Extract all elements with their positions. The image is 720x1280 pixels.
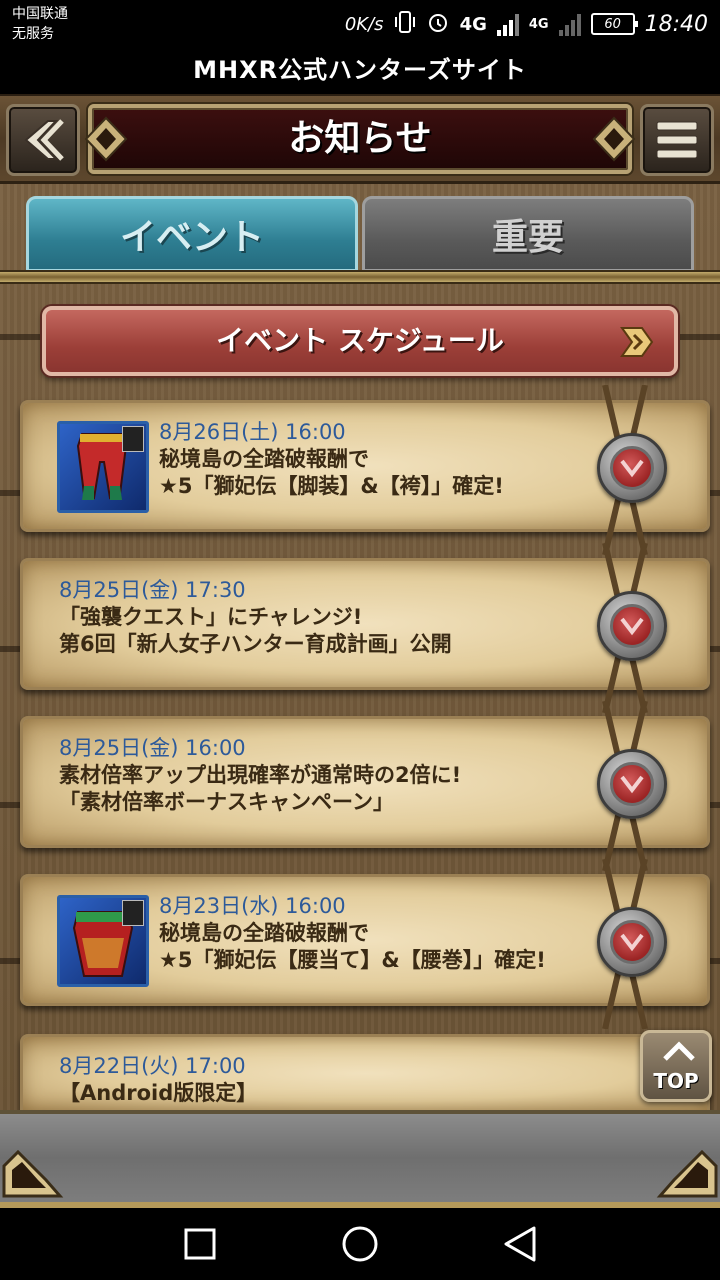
tab-divider [0,270,720,284]
alarm-icon [426,10,450,39]
news-line-1: 「強襲クエスト」にチャレンジ! [59,605,363,629]
news-line-2: 第6回「新人女子ハンター育成計画」公開 [59,632,452,656]
scroll-top-button[interactable]: TOP [640,1030,712,1102]
news-line-1: 秘境島の全踏破報酬で [159,921,369,945]
back-button[interactable] [6,104,80,176]
tab-event[interactable]: イベント [26,196,358,272]
news-line-1: 素材倍率アップ出現確率が通常時の2倍に! [59,763,462,787]
network-speed: 0K/s [344,13,384,35]
chevron-down-icon [610,920,654,964]
ornament-right-icon [592,116,636,162]
carrier-label: 中国联通 无服务 [12,4,68,44]
news-date: 8月26日(土) 16:00 [159,420,346,444]
news-line-1: 【Android版限定】 [59,1081,258,1105]
news-content: 8月22日(火) 17:00 【Android版限定】 [59,1053,577,1107]
news-content: 8月25日(金) 16:00 素材倍率アップ出現確率が通常時の2倍に! 「素材倍… [59,735,577,816]
news-content: 8月26日(土) 16:00 秘境島の全踏破報酬で ★5「獅妃伝【脚装】&【袴】… [159,419,577,500]
news-line-1: 秘境島の全踏破報酬で [159,447,369,471]
vibrate-icon [394,10,416,39]
chevron-up-icon [663,1041,695,1061]
page-title: お知らせ [288,118,432,159]
news-date: 8月23日(水) 16:00 [159,894,346,918]
site-title: MHXR公式ハンターズサイト [0,50,720,94]
battery-icon: 60 [590,13,638,35]
network-type-2: 4G [528,16,549,32]
signal-none-icon [558,12,581,36]
carrier-name: 中国联通 [12,6,68,22]
news-item[interactable]: 8月26日(土) 16:00 秘境島の全踏破報酬で ★5「獅妃伝【脚装】&【袴】… [20,385,710,555]
arrow-right-icon [620,327,654,357]
triangle-back-icon [504,1226,536,1262]
news-line-2: ★5「獅妃伝【脚装】&【袴】」確定! [159,474,504,498]
recent-apps-button[interactable] [176,1222,224,1266]
news-item[interactable]: 8月25日(金) 16:00 素材倍率アップ出現確率が通常時の2倍に! 「素材倍… [20,701,710,871]
news-item[interactable]: 8月22日(火) 17:00 【Android版限定】 [20,1034,710,1110]
chevron-down-icon [610,762,654,806]
expand-button[interactable] [597,907,667,977]
menu-button[interactable] [640,104,714,176]
tab-event-label: イベント [119,217,264,258]
back-arrow-icon [24,119,64,161]
square-icon [184,1228,216,1260]
system-nav-bar [0,1208,720,1280]
tab-bar: イベント 重要 [0,184,720,276]
rank-badge [122,900,144,926]
hamburger-menu-icon [656,121,698,159]
home-button[interactable] [336,1222,384,1266]
ornament-corner-right-icon [656,1149,718,1198]
tab-important-label: 重要 [491,217,564,258]
status-bar: 中国联通 无服务 0K/s 4G 4G 60 18:40 [0,0,720,50]
tab-important[interactable]: 重要 [362,196,694,272]
network-type-1: 4G [459,13,487,35]
chevron-down-icon [610,604,654,648]
clock: 18:40 [644,11,708,37]
battery-level: 60 [604,16,621,32]
title-frame: お知らせ [84,104,636,174]
expand-button[interactable] [597,749,667,819]
header-bar: お知らせ [0,94,720,184]
thumbnail-waist-armor [57,895,149,987]
news-item[interactable]: 8月23日(水) 16:00 秘境島の全踏破報酬で ★5「獅妃伝【腰当て】&【腰… [20,859,710,1029]
news-content: 8月23日(水) 16:00 秘境島の全踏破報酬で ★5「獅妃伝【腰当て】&【腰… [159,893,577,974]
chevron-down-icon [610,446,654,490]
rank-badge [122,426,144,452]
scroll-top-label: TOP [653,1069,699,1093]
news-line-2: 「素材倍率ボーナスキャンペーン」 [59,790,394,814]
event-schedule-button[interactable]: イベント スケジュール [42,306,678,376]
event-schedule-label: イベント スケジュール [216,324,504,357]
news-item[interactable]: 8月25日(金) 17:30 「強襲クエスト」にチャレンジ! 第6回「新人女子ハ… [20,543,710,713]
carrier-service: 无服务 [12,26,54,42]
footer-bar [0,1110,720,1208]
news-date: 8月22日(火) 17:00 [59,1054,246,1078]
news-content: 8月25日(金) 17:30 「強襲クエスト」にチャレンジ! 第6回「新人女子ハ… [59,577,577,658]
circle-icon [342,1226,378,1262]
news-date: 8月25日(金) 17:30 [59,578,246,602]
news-date: 8月25日(金) 16:00 [59,736,246,760]
thumbnail-pants-armor [57,421,149,513]
signal-icon [496,12,519,36]
news-line-2: ★5「獅妃伝【腰当て】&【腰巻】」確定! [159,948,546,972]
ornament-corner-left-icon [2,1149,64,1198]
expand-button[interactable] [597,433,667,503]
expand-button[interactable] [597,591,667,661]
status-icons: 0K/s 4G 4G 60 18:40 [345,8,708,40]
back-nav-button[interactable] [496,1222,544,1266]
